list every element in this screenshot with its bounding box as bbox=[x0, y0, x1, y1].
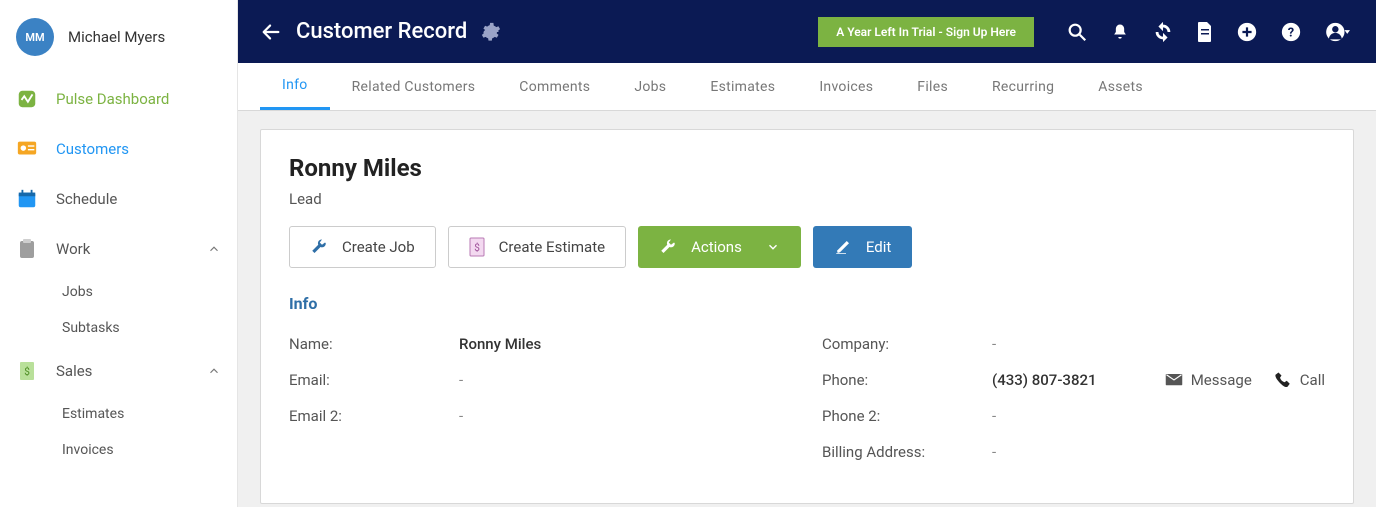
value-email: - bbox=[459, 371, 792, 389]
invoice-icon: $ bbox=[16, 360, 38, 382]
value-company: - bbox=[992, 335, 1325, 353]
tab-info[interactable]: Info bbox=[260, 63, 330, 110]
button-label: Actions bbox=[691, 238, 742, 256]
label-email2: Email 2: bbox=[289, 407, 459, 425]
wrench-icon bbox=[310, 238, 328, 256]
customers-icon bbox=[16, 138, 38, 160]
info-section-header: Info bbox=[289, 294, 1325, 313]
label-phone2: Phone 2: bbox=[822, 407, 992, 425]
chevron-up-icon bbox=[207, 364, 221, 378]
message-icon bbox=[1165, 373, 1183, 387]
page-title: Customer Record bbox=[296, 19, 467, 44]
nav-label: Pulse Dashboard bbox=[56, 90, 169, 108]
tab-assets[interactable]: Assets bbox=[1076, 63, 1165, 110]
label-name: Name: bbox=[289, 335, 459, 353]
button-label: Edit bbox=[866, 238, 891, 256]
button-label: Create Job bbox=[342, 238, 415, 256]
back-button[interactable] bbox=[260, 21, 282, 43]
svg-text:$: $ bbox=[474, 241, 480, 254]
nav-label: Schedule bbox=[56, 190, 117, 208]
pulse-icon bbox=[16, 88, 38, 110]
value-name: Ronny Miles bbox=[459, 335, 792, 353]
tab-related-customers[interactable]: Related Customers bbox=[330, 63, 498, 110]
customer-card: Ronny Miles Lead Create Job $ Create Est… bbox=[260, 129, 1354, 504]
phone-icon bbox=[1274, 371, 1292, 389]
sidebar-subitem-jobs[interactable]: Jobs bbox=[0, 274, 237, 310]
tab-jobs[interactable]: Jobs bbox=[612, 63, 688, 110]
sidebar: MM Michael Myers Pulse Dashboard Custome… bbox=[0, 0, 238, 507]
tab-estimates[interactable]: Estimates bbox=[688, 63, 797, 110]
sidebar-subitem-invoices[interactable]: Invoices bbox=[0, 432, 237, 468]
chevron-up-icon bbox=[207, 242, 221, 256]
avatar: MM bbox=[16, 18, 54, 56]
chevron-down-icon bbox=[766, 240, 780, 254]
svg-text:$: $ bbox=[24, 365, 30, 378]
label-phone: Phone: bbox=[822, 371, 992, 389]
actions-button[interactable]: Actions bbox=[638, 226, 801, 268]
user-menu[interactable] bbox=[1324, 21, 1354, 43]
button-label: Create Estimate bbox=[499, 238, 605, 256]
help-icon[interactable]: ? bbox=[1280, 21, 1302, 43]
nav-label: Customers bbox=[56, 140, 129, 158]
customer-status: Lead bbox=[289, 190, 1325, 208]
sidebar-item-pulse[interactable]: Pulse Dashboard bbox=[0, 74, 237, 124]
sidebar-subitem-estimates[interactable]: Estimates bbox=[0, 396, 237, 432]
sidebar-item-sales[interactable]: $ Sales bbox=[0, 346, 237, 396]
estimate-icon: $ bbox=[469, 237, 485, 257]
edit-button[interactable]: Edit bbox=[813, 226, 912, 268]
label-company: Company: bbox=[822, 335, 992, 353]
bell-icon[interactable] bbox=[1110, 21, 1130, 43]
create-estimate-button[interactable]: $ Create Estimate bbox=[448, 226, 626, 268]
sidebar-item-work[interactable]: Work bbox=[0, 224, 237, 274]
value-billing: - bbox=[992, 443, 1325, 461]
gear-icon[interactable] bbox=[481, 22, 501, 42]
sidebar-item-customers[interactable]: Customers bbox=[0, 124, 237, 174]
label-email: Email: bbox=[289, 371, 459, 389]
sidebar-user[interactable]: MM Michael Myers bbox=[0, 0, 237, 74]
trial-cta[interactable]: A Year Left In Trial - Sign Up Here bbox=[818, 17, 1034, 47]
sidebar-subitem-subtasks[interactable]: Subtasks bbox=[0, 310, 237, 346]
topbar: Customer Record A Year Left In Trial - S… bbox=[238, 0, 1376, 63]
edit-icon bbox=[834, 238, 852, 256]
sidebar-item-schedule[interactable]: Schedule bbox=[0, 174, 237, 224]
tab-comments[interactable]: Comments bbox=[497, 63, 612, 110]
tab-invoices[interactable]: Invoices bbox=[797, 63, 895, 110]
message-button[interactable]: Message bbox=[1165, 371, 1252, 389]
tabs: Info Related Customers Comments Jobs Est… bbox=[238, 63, 1376, 111]
tab-recurring[interactable]: Recurring bbox=[970, 63, 1076, 110]
button-label: Message bbox=[1191, 371, 1252, 389]
tab-files[interactable]: Files bbox=[895, 63, 970, 110]
add-icon[interactable] bbox=[1236, 21, 1258, 43]
value-email2: - bbox=[459, 407, 792, 425]
nav-label: Work bbox=[56, 240, 90, 258]
calendar-icon bbox=[16, 188, 38, 210]
nav-label: Sales bbox=[56, 362, 92, 380]
create-job-button[interactable]: Create Job bbox=[289, 226, 436, 268]
clipboard-icon bbox=[16, 238, 38, 260]
user-name: Michael Myers bbox=[68, 28, 165, 46]
value-phone: (433) 807-3821 bbox=[992, 371, 1145, 389]
label-billing: Billing Address: bbox=[822, 443, 992, 461]
main: Customer Record A Year Left In Trial - S… bbox=[238, 0, 1376, 507]
value-phone2: - bbox=[992, 407, 1325, 425]
wrench-icon bbox=[659, 238, 677, 256]
customer-name: Ronny Miles bbox=[289, 154, 1325, 182]
content: Ronny Miles Lead Create Job $ Create Est… bbox=[238, 111, 1376, 507]
sync-icon[interactable] bbox=[1152, 21, 1174, 43]
call-button[interactable]: Call bbox=[1274, 371, 1325, 389]
document-icon[interactable] bbox=[1196, 21, 1214, 43]
search-icon[interactable] bbox=[1066, 21, 1088, 43]
button-label: Call bbox=[1300, 371, 1325, 389]
svg-text:?: ? bbox=[1288, 25, 1294, 40]
